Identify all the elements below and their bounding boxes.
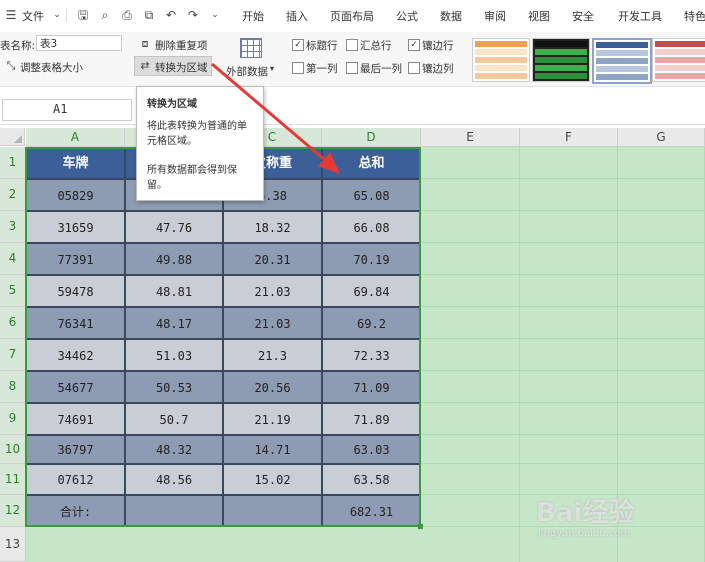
- annotation-arrow: [211, 62, 340, 174]
- arrow-shaft: [211, 62, 333, 168]
- baidu-watermark: Bai经验 jingyan.baidu.com: [536, 492, 701, 548]
- watermark-url: jingyan.baidu.com: [538, 528, 631, 539]
- watermark-brand: Bai经验: [536, 498, 635, 528]
